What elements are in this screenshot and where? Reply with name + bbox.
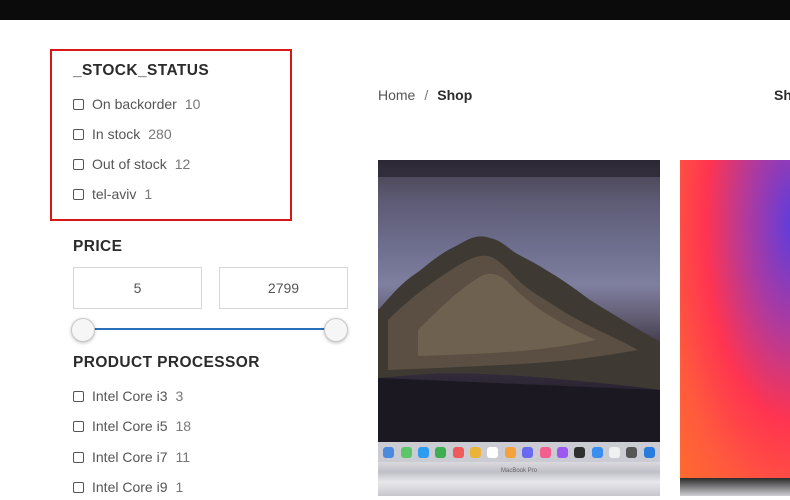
filter-label: Out of stock <box>92 156 167 172</box>
filter-count: 280 <box>148 126 172 142</box>
filter-label: Intel Core i3 <box>92 388 168 404</box>
sort-label-cut: Sh <box>774 87 790 103</box>
dock <box>378 442 660 462</box>
app-icon <box>487 446 499 458</box>
laptop-base <box>680 478 790 496</box>
processor-filter-i9[interactable]: Intel Core i9 1 <box>73 478 183 496</box>
product-image-macbook-pro[interactable]: MacBook Pro <box>378 160 660 496</box>
price-slider-max-handle[interactable] <box>324 318 348 342</box>
app-icon <box>452 446 464 458</box>
filter-count: 12 <box>174 156 191 172</box>
filter-count: 11 <box>175 449 191 465</box>
processor-filter-i7[interactable]: Intel Core i7 11 <box>73 448 190 466</box>
filter-count: 1 <box>175 479 184 495</box>
app-icon <box>383 446 395 458</box>
stock-filter-tel-aviv[interactable]: tel-aviv 1 <box>73 185 152 203</box>
filter-label: Intel Core i9 <box>92 479 168 495</box>
price-title: PRICE <box>73 238 123 255</box>
checkbox[interactable] <box>73 420 84 432</box>
app-icon <box>504 446 516 458</box>
app-icon <box>626 446 638 458</box>
filter-label: Intel Core i7 <box>92 449 168 465</box>
checkbox[interactable] <box>73 98 84 110</box>
breadcrumb: Home / Shop <box>378 87 472 103</box>
checkbox[interactable] <box>73 158 84 170</box>
price-max-input[interactable] <box>219 267 348 309</box>
stock-filter-on-backorder[interactable]: On backorder 10 <box>73 95 200 113</box>
filter-label: Intel Core i5 <box>92 418 168 434</box>
app-icon <box>643 446 655 458</box>
checkbox[interactable] <box>73 481 84 493</box>
price-min-input[interactable] <box>73 267 202 309</box>
breadcrumb-home-link[interactable]: Home <box>378 87 415 103</box>
checkbox[interactable] <box>73 128 84 140</box>
checkbox[interactable] <box>73 188 84 200</box>
filter-count: 10 <box>184 96 201 112</box>
filter-count: 18 <box>175 418 192 434</box>
laptop-screen <box>680 160 790 478</box>
product-processor-title: PRODUCT PROCESSOR <box>73 354 260 371</box>
breadcrumb-separator: / <box>424 87 429 103</box>
app-icon <box>574 446 586 458</box>
app-icon <box>417 446 429 458</box>
app-icon <box>539 446 551 458</box>
app-icon <box>609 446 621 458</box>
app-icon <box>435 446 447 458</box>
checkbox[interactable] <box>73 451 84 463</box>
processor-filter-i3[interactable]: Intel Core i3 3 <box>73 387 183 405</box>
island-wallpaper <box>378 160 660 442</box>
app-icon <box>591 446 603 458</box>
filter-count: 3 <box>175 388 184 404</box>
laptop-base-label: MacBook Pro <box>500 468 537 474</box>
checkbox[interactable] <box>73 390 84 402</box>
app-icon <box>522 446 534 458</box>
filter-label: In stock <box>92 126 141 142</box>
price-slider-min-handle[interactable] <box>71 318 95 342</box>
app-icon <box>556 446 568 458</box>
app-icon <box>400 446 412 458</box>
stock-filter-in-stock[interactable]: In stock 280 <box>73 125 172 143</box>
breadcrumb-current: Shop <box>437 87 473 103</box>
product-image-macbook-colorful[interactable] <box>680 160 790 496</box>
processor-filter-i5[interactable]: Intel Core i5 18 <box>73 417 191 435</box>
top-bar <box>0 0 790 20</box>
filter-count: 1 <box>144 186 153 202</box>
filter-label: tel-aviv <box>92 186 137 202</box>
filter-label: On backorder <box>92 96 177 112</box>
stock-filter-out-of-stock[interactable]: Out of stock 12 <box>73 155 190 173</box>
stock-status-title: _STOCK_STATUS <box>73 62 210 79</box>
app-icon <box>470 446 482 458</box>
price-slider-track[interactable] <box>83 328 336 330</box>
